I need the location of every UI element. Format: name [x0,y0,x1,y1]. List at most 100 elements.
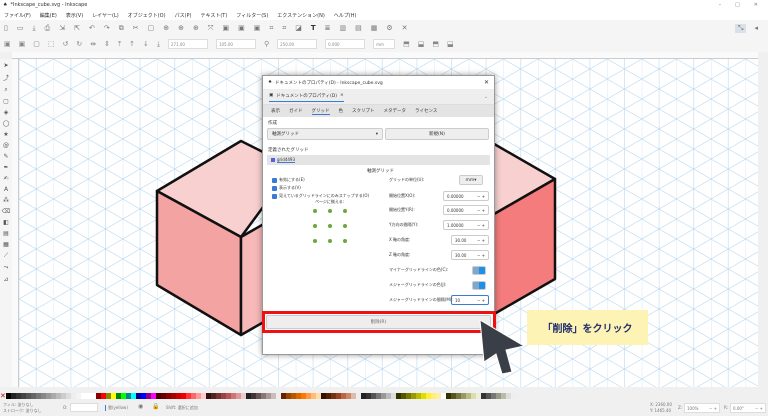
open-icon[interactable]: ▭ [17,24,24,32]
dropper-tool-icon[interactable]: ⟋ [4,252,8,260]
menu-text[interactable]: テキスト(T) [200,12,227,19]
minus-plus-icon[interactable]: − + [477,253,485,258]
menu-file[interactable]: ファイル(F) [4,12,31,19]
align-dot[interactable] [313,209,317,213]
menu-filter[interactable]: フィルター(S) [236,12,268,19]
opacity-field[interactable] [70,403,98,412]
new-icon[interactable]: ▯ [4,24,8,32]
maximize-button[interactable]: □ [735,2,740,8]
grid-unit-select[interactable]: mm ▾ [459,175,483,185]
menu-help[interactable]: ヘルプ(H) [334,12,357,19]
zoom-tool-icon[interactable]: ⌕ [4,86,7,94]
objects-icon[interactable]: ▦ [371,24,378,32]
ellipse-tool-icon[interactable]: ◯ [3,120,10,127]
menu-edit[interactable]: 編集(E) [40,12,57,19]
import-icon[interactable]: ⇲ [59,24,65,32]
tab-guides[interactable]: ガイド [289,108,303,114]
node-tool-icon[interactable]: ⤴ [3,73,9,82]
ungroup-icon[interactable]: ⌗ [282,24,286,33]
snap-menu-icon[interactable]: ◂ [754,24,758,33]
tab-scripting[interactable]: スクリプト [352,108,375,114]
origin-y-spin[interactable]: 0.00000 − + [443,205,489,215]
save-icon[interactable]: ⤓ [32,24,35,33]
menu-extensions[interactable]: エクステンション(N) [277,12,325,19]
mesh-tool-icon[interactable]: ▦ [3,241,9,248]
raise-icon[interactable]: ↑ [129,40,135,48]
print-icon[interactable]: ⎙ [45,24,51,33]
align-dot[interactable] [343,224,347,228]
rotation-field[interactable]: 0.00° − + [730,403,766,413]
document-properties-icon[interactable]: ✕ [402,24,408,32]
calligraphy-tool-icon[interactable]: ✍ [3,175,8,182]
minor-color-button[interactable] [472,265,486,275]
w-field[interactable]: 250.00 [277,39,318,49]
zoom-page-icon[interactable]: ⊕ [193,24,199,32]
preferences-icon[interactable]: ⚙ [386,24,392,32]
zoom-fit-icon[interactable]: ⤧ [208,24,214,33]
major-spacing-spin[interactable]: 10 − + [451,295,489,305]
redo-icon[interactable]: ↷ [104,24,110,32]
duplicate-icon[interactable]: ▣ [222,24,229,32]
text-font-icon[interactable]: T [311,24,316,32]
measure-tool-icon[interactable]: ⊿ [3,276,8,283]
gradient-tool-icon[interactable]: ▤ [3,230,9,237]
align-dot[interactable] [328,239,332,243]
lock-ratio-icon[interactable]: ⚲ [264,40,269,48]
fill-stroke-icon[interactable]: ◪ [295,24,302,32]
new-grid-button[interactable]: 新規(N) [385,128,489,140]
xml-editor-icon[interactable]: ≣ [325,24,331,32]
selector-tool-icon[interactable]: ➤ [3,62,8,69]
export-icon[interactable]: ⇱ [74,24,80,32]
align-dot[interactable] [313,224,317,228]
zoom-drawing-icon[interactable]: ⊕ [178,24,184,32]
scale-corners-icon[interactable]: ⬓ [418,40,425,48]
scale-stroke-icon[interactable]: ⬒ [403,40,410,48]
document-properties-tab[interactable]: ▣ ドキュメントのプロパティ(D) × [269,91,344,102]
deselect-icon[interactable]: ▢ [33,40,40,48]
align-dot[interactable] [343,239,347,243]
align-dot[interactable] [328,209,332,213]
layer-select[interactable]: 雲(yellow) [105,405,128,411]
x-field[interactable]: 271.00 [167,39,208,49]
undo-icon[interactable]: ↶ [89,24,95,32]
star-tool-icon[interactable]: ★ [3,131,8,138]
group-icon[interactable]: ⌗ [269,24,273,33]
unit-select[interactable]: mm [373,39,396,49]
paste-icon[interactable]: ▢ [148,24,155,32]
rotate-ccw-icon[interactable]: ↺ [63,40,69,48]
tab-display[interactable]: 表示 [271,108,280,114]
zoom-field[interactable]: 100% − + [684,403,720,413]
flip-h-icon[interactable]: ⇹ [90,40,96,48]
angle-z-spin[interactable]: 30.00 − + [451,250,489,260]
rect-tool-icon[interactable]: ▢ [3,98,9,105]
connector-tool-icon[interactable]: ⤳ [4,264,9,272]
zoom-selection-icon[interactable]: ⊕ [163,24,169,32]
vertical-scrollbar[interactable] [758,59,768,387]
menu-object[interactable]: オブジェクト(O) [128,12,166,19]
snap-toggle-icon[interactable]: ⤡ [734,23,747,33]
visibility-eye-icon[interactable]: ◉ [138,403,143,410]
menu-path[interactable]: パス(P) [175,12,192,19]
eraser-tool-icon[interactable]: ⌫ [2,208,10,215]
minus-plus-icon[interactable]: − + [477,223,485,228]
tab-close-icon[interactable]: × [340,93,344,99]
tab-license[interactable]: ライセンス [415,108,437,114]
enable-checkbox[interactable]: 有効にする(E) [272,177,369,183]
move-patterns-icon[interactable]: ⬓ [447,40,454,48]
major-color-button[interactable] [472,280,486,290]
minus-plus-icon[interactable]: − + [477,298,485,303]
align-icon[interactable]: ▥ [340,24,347,32]
clone-icon[interactable]: ▣ [238,24,245,32]
pen-tool-icon[interactable]: ✒ [3,164,8,171]
angle-x-spin[interactable]: 30.00 − + [451,235,489,245]
origin-x-spin[interactable]: 0.00000 − + [443,191,489,201]
grid-tab[interactable]: grid4493 [267,155,490,165]
3dbox-tool-icon[interactable]: ◈ [4,109,9,116]
align-dot[interactable] [343,209,347,213]
h-field[interactable]: 0.000 [325,39,366,49]
tab-color[interactable]: 色 [339,108,344,114]
transform-icon[interactable]: ⬚ [48,40,55,48]
minus-plus-icon[interactable]: − + [477,194,485,199]
tab-metadata[interactable]: メタデータ [384,108,407,114]
menu-layer[interactable]: レイヤー(L) [92,12,119,19]
